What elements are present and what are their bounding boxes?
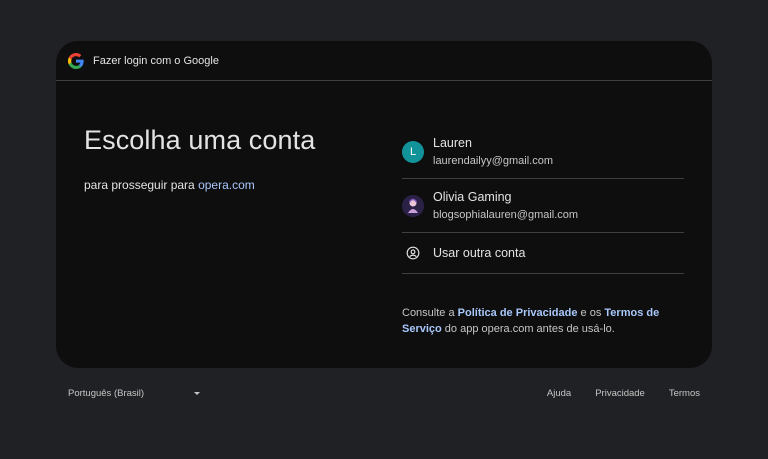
avatar: L	[402, 140, 424, 163]
language-select[interactable]: Português (Brasil)	[68, 388, 200, 399]
account-list: L Lauren laurendailyy@gmail.com Olivia G…	[402, 125, 684, 274]
account-item-olivia-gaming[interactable]: Olivia Gaming blogsophialauren@gmail.com	[402, 179, 684, 233]
privacy-link[interactable]: Privacidade	[595, 388, 645, 399]
terms-link[interactable]: Termos	[669, 388, 700, 399]
account-email: blogsophialauren@gmail.com	[433, 209, 579, 221]
header-title: Fazer login com o Google	[93, 54, 219, 67]
subtitle-prefix: para prosseguir para	[84, 178, 199, 192]
left-panel: Escolha uma conta para prosseguir para o…	[84, 125, 315, 192]
google-g-icon	[68, 52, 84, 69]
use-another-account-button[interactable]: Usar outra conta	[402, 233, 684, 274]
subtitle: para prosseguir para opera.com	[84, 178, 315, 192]
account-name: Olivia Gaming	[433, 190, 512, 204]
terms-suffix: do app opera.com antes de usá-lo.	[441, 322, 615, 335]
privacy-policy-link[interactable]: Política de Privacidade	[458, 307, 578, 319]
account-text: Olivia Gaming blogsophialauren@gmail.com	[433, 190, 578, 221]
dropdown-caret-icon	[194, 392, 200, 395]
terms-notice: Consulte a Política de Privacidade e os …	[402, 306, 684, 337]
avatar	[402, 194, 424, 217]
signin-card: Fazer login com o Google Escolha uma con…	[56, 41, 712, 368]
language-label: Português (Brasil)	[68, 388, 145, 399]
footer: Português (Brasil) Ajuda Privacidade Ter…	[68, 388, 700, 400]
page-title: Escolha uma conta	[84, 125, 316, 155]
card-header: Fazer login com o Google	[56, 41, 712, 81]
footer-links: Ajuda Privacidade Termos	[523, 388, 700, 399]
account-email: laurendailyy@gmail.com	[433, 155, 553, 167]
account-circle-icon	[402, 242, 424, 264]
account-text: Lauren laurendailyy@gmail.com	[433, 136, 553, 167]
use-another-account-label: Usar outra conta	[433, 246, 526, 260]
terms-middle: e os	[577, 307, 605, 319]
avatar-image-icon	[402, 194, 424, 217]
opera-link[interactable]: opera.com	[198, 178, 255, 192]
avatar-letter: L	[409, 145, 417, 158]
page: Fazer login com o Google Escolha uma con…	[0, 0, 768, 459]
account-item-lauren[interactable]: L Lauren laurendailyy@gmail.com	[402, 125, 684, 179]
terms-prefix: Consulte a	[402, 307, 458, 319]
account-name: Lauren	[433, 136, 472, 150]
help-link[interactable]: Ajuda	[547, 388, 571, 399]
